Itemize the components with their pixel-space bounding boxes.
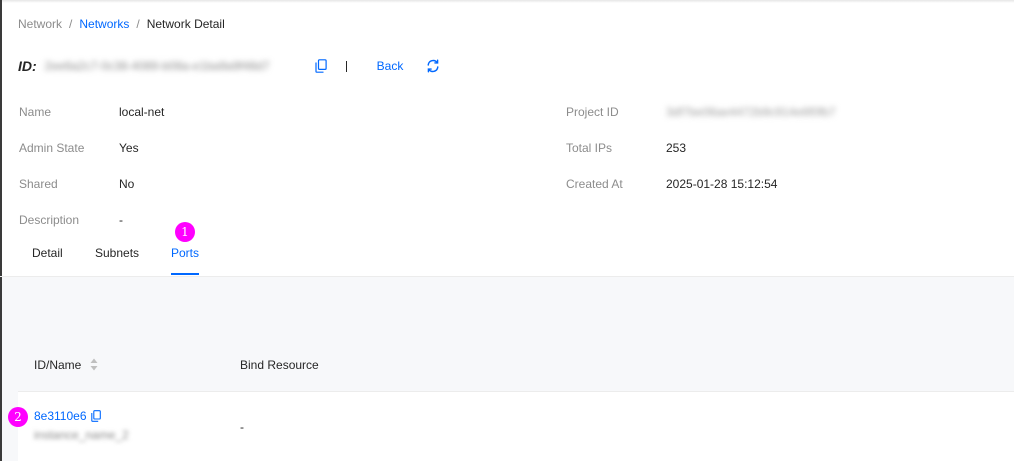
breadcrumb: Network / Networks / Network Detail bbox=[18, 17, 225, 31]
back-button[interactable]: Back bbox=[377, 59, 404, 73]
port-instance-name: instance_name_2 bbox=[34, 428, 129, 442]
tab-subnets[interactable]: Subnets bbox=[95, 246, 139, 260]
info-key: Shared bbox=[19, 177, 58, 191]
copy-icon[interactable] bbox=[91, 410, 101, 425]
port-id-link[interactable]: 8e3110e6 bbox=[34, 409, 87, 423]
tab-ports[interactable]: Ports bbox=[171, 246, 199, 260]
info-key: Total IPs bbox=[566, 141, 613, 155]
info-key: Created At bbox=[566, 177, 623, 191]
table-header: ID/Name Bind Resource bbox=[18, 338, 1014, 392]
copy-icon[interactable] bbox=[315, 59, 327, 73]
header-divider bbox=[345, 60, 347, 72]
breadcrumb-current: Network Detail bbox=[146, 17, 225, 31]
detail-tabs: Detail Subnets Ports bbox=[0, 236, 1014, 277]
network-id-value: 2ee6a2c7-0c38-4089-b08a-e1ba9a9f48d7 bbox=[44, 59, 270, 73]
info-value: local-net bbox=[119, 105, 165, 119]
id-label: ID: bbox=[18, 58, 37, 74]
info-key: Admin State bbox=[19, 141, 85, 155]
info-value: 2025-01-28 15:12:54 bbox=[666, 177, 778, 191]
info-key: Name bbox=[19, 105, 52, 119]
table-row: 8e3110e6 instance_name_2 - bbox=[18, 392, 1014, 461]
info-value: No bbox=[119, 177, 135, 191]
ports-table: ID/Name Bind Resource 8e3110e6 instance_… bbox=[18, 338, 1014, 461]
info-value: Yes bbox=[119, 141, 139, 155]
info-value: 253 bbox=[666, 141, 687, 155]
breadcrumb-networks-link[interactable]: Networks bbox=[79, 17, 129, 31]
breadcrumb-separator: / bbox=[136, 17, 140, 31]
active-tab-indicator bbox=[171, 273, 199, 275]
project-id-value: 3df7be06ae4472b9c914e6f0fb7 bbox=[666, 105, 836, 119]
column-header-bind-resource: Bind Resource bbox=[240, 358, 319, 372]
info-value: - bbox=[119, 213, 123, 227]
id-header-row: ID: 2ee6a2c7-0c38-4089-b08a-e1ba9a9f48d7… bbox=[18, 56, 440, 76]
bind-resource-cell: - bbox=[240, 420, 244, 434]
sort-icon[interactable] bbox=[90, 358, 98, 374]
annotation-marker-1: 1 bbox=[175, 222, 195, 242]
breadcrumb-network[interactable]: Network bbox=[18, 17, 62, 31]
refresh-icon[interactable] bbox=[426, 59, 440, 73]
tab-detail[interactable]: Detail bbox=[32, 246, 63, 260]
annotation-marker-2: 2 bbox=[8, 407, 28, 427]
breadcrumb-separator: / bbox=[69, 17, 73, 31]
info-key: Project ID bbox=[566, 105, 619, 119]
column-header-id-name[interactable]: ID/Name bbox=[34, 358, 81, 372]
info-key: Description bbox=[19, 213, 80, 227]
top-shadow bbox=[2, 0, 1014, 3]
